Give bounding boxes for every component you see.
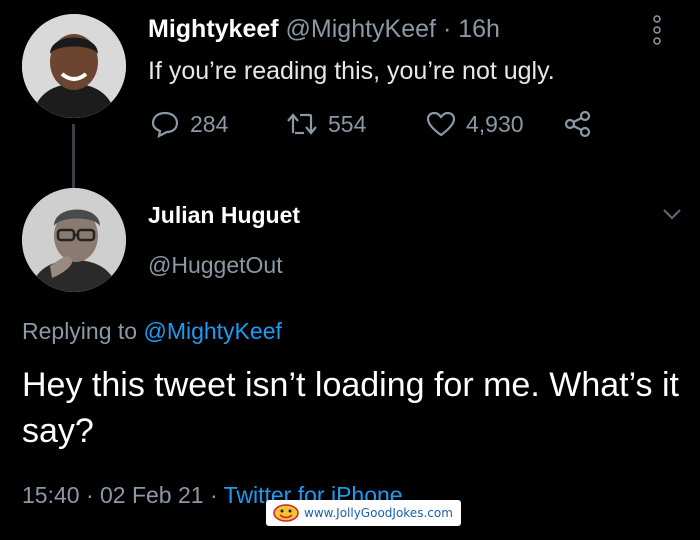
retweet-icon <box>287 113 317 135</box>
watermark-text: www.JollyGoodJokes.com <box>304 506 453 520</box>
reply-button[interactable]: 284 <box>150 108 228 140</box>
retweet-count: 554 <box>328 110 367 137</box>
retweet-button[interactable]: 554 <box>286 108 366 140</box>
chevron-down-icon[interactable] <box>662 208 682 220</box>
avatar-julian-huguet[interactable] <box>22 188 126 292</box>
avatar-image <box>22 14 126 118</box>
tweet1-header: Mightykeef @MightyKeef · 16h <box>148 14 500 44</box>
reply-icon <box>151 111 179 138</box>
replying-prefix: Replying to <box>22 318 138 344</box>
avatar-mightykeef[interactable] <box>22 14 126 118</box>
avatar-image <box>22 188 126 292</box>
thread-connector-line <box>72 124 75 188</box>
more-icon[interactable] <box>652 14 662 46</box>
share-button[interactable] <box>564 108 602 140</box>
tweet2-author-name[interactable]: Julian Huguet <box>148 202 300 229</box>
replying-to: Replying to @MightyKeef <box>22 318 282 345</box>
like-icon <box>426 111 456 137</box>
tweet2-author-handle[interactable]: @HuggetOut <box>148 252 283 279</box>
tweet1-separator: · <box>442 15 452 43</box>
tweet1-text: If you’re reading this, you’re not ugly. <box>148 57 555 85</box>
smiley-logo-icon <box>273 504 299 522</box>
tweet1-time[interactable]: 16h <box>458 15 500 43</box>
reply-count: 284 <box>190 110 229 137</box>
tweet2-timestamp[interactable]: 15:40 · 02 Feb 21 · <box>22 482 218 508</box>
like-button[interactable]: 4,930 <box>426 108 524 140</box>
tweet2-text: Hey this tweet isn’t loading for me. Wha… <box>22 366 679 450</box>
watermark: www.JollyGoodJokes.com <box>266 500 461 526</box>
like-count: 4,930 <box>466 110 524 137</box>
share-icon <box>564 110 591 138</box>
tweet1-author-handle[interactable]: @MightyKeef <box>286 15 436 43</box>
replying-handle-link[interactable]: @MightyKeef <box>143 318 281 344</box>
tweet1-author-name[interactable]: Mightykeef <box>148 15 279 43</box>
